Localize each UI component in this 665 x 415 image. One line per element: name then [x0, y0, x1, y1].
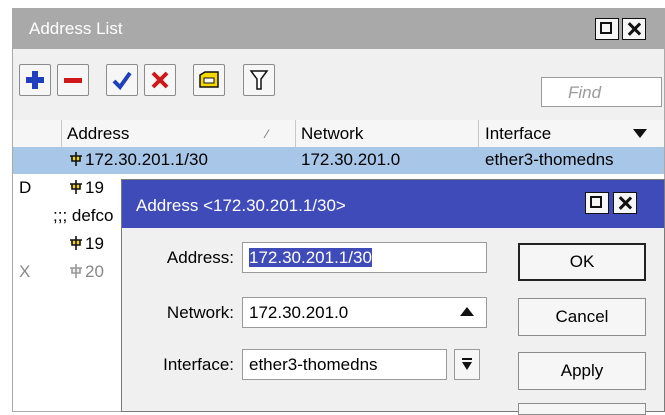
- interface-dropdown-button[interactable]: [454, 349, 480, 380]
- address-label: Address:: [166, 248, 234, 267]
- address-value: 172.30.201.1/30: [249, 248, 372, 267]
- flag-cell: D: [19, 178, 32, 197]
- interface-field[interactable]: ether3-thomedns: [242, 349, 447, 380]
- network-label: Network:: [166, 303, 234, 322]
- column-header-network[interactable]: Network: [301, 124, 363, 144]
- apply-button[interactable]: Apply: [518, 352, 646, 390]
- cross-icon: [151, 71, 169, 89]
- network-field[interactable]: 172.30.201.0: [242, 297, 487, 328]
- minus-icon: [64, 78, 82, 83]
- check-icon: [112, 71, 132, 90]
- table-row[interactable]: 172.30.201.1/30 172.30.201.0 ether3-thom…: [13, 147, 664, 174]
- address-icon: [70, 180, 82, 194]
- find-input[interactable]: Find: [541, 77, 662, 107]
- toolbar: Find: [13, 49, 664, 113]
- more-button[interactable]: [518, 403, 646, 415]
- table-header: Address ⁄ Network Interface: [13, 120, 664, 148]
- dialog-titlebar[interactable]: Address <172.30.201.1/30>: [122, 180, 664, 228]
- address-icon: [70, 152, 82, 166]
- triangle-up-icon[interactable]: [460, 307, 474, 317]
- window-title: Address List: [29, 19, 123, 38]
- interface-value: ether3-thomedns: [249, 355, 378, 374]
- maximize-button[interactable]: [595, 18, 619, 40]
- filter-button[interactable]: [243, 64, 275, 96]
- close-button[interactable]: [622, 18, 646, 40]
- disable-button[interactable]: [144, 64, 176, 96]
- address-cell: 19: [69, 178, 104, 198]
- comment-icon: [199, 71, 219, 88]
- cancel-button[interactable]: Cancel: [518, 298, 646, 336]
- dialog-close-button[interactable]: [613, 192, 637, 214]
- plus-icon: [26, 71, 44, 89]
- dialog-title: Address <172.30.201.1/30>: [136, 196, 346, 215]
- flag-cell: X: [19, 262, 31, 281]
- sort-icon: ⁄: [266, 127, 269, 141]
- filter-icon: [249, 70, 269, 90]
- address-cell: 172.30.201.1/30: [69, 150, 208, 170]
- column-menu-icon[interactable]: [633, 129, 647, 139]
- column-header-interface[interactable]: Interface: [485, 124, 551, 144]
- window-titlebar[interactable]: Address List: [13, 9, 664, 49]
- address-icon: [70, 264, 82, 278]
- interface-cell: ether3-thomedns: [485, 150, 614, 169]
- chevron-down-icon: [462, 358, 472, 370]
- address-icon: [70, 236, 82, 250]
- column-header-address[interactable]: Address: [67, 124, 129, 144]
- ok-button[interactable]: OK: [518, 243, 646, 281]
- address-cell: 20: [69, 262, 104, 282]
- interface-label: Interface:: [163, 355, 234, 374]
- background-strip: [0, 0, 12, 412]
- network-cell: 172.30.201.0: [301, 150, 401, 169]
- enable-button[interactable]: [106, 64, 138, 96]
- add-button[interactable]: [19, 64, 51, 96]
- dialog-maximize-button[interactable]: [585, 192, 609, 214]
- comment-cell: ;;; defco: [53, 206, 114, 225]
- address-field[interactable]: 172.30.201.1/30: [242, 242, 487, 273]
- address-cell: 19: [69, 234, 104, 254]
- remove-button[interactable]: [57, 64, 89, 96]
- comment-button[interactable]: [193, 64, 225, 96]
- address-edit-dialog: Address <172.30.201.1/30> Address: 172.3…: [121, 179, 665, 415]
- network-value: 172.30.201.0: [249, 303, 349, 322]
